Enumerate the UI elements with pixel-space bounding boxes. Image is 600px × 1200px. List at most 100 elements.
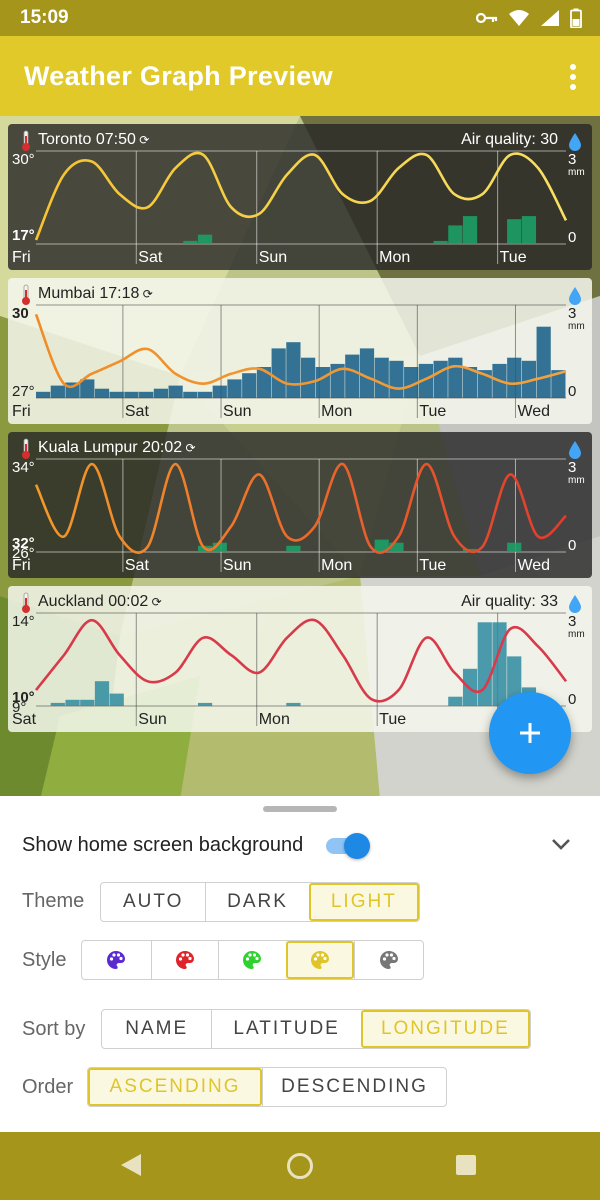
precip-bar (448, 357, 463, 398)
precip-min-label: 0 (568, 229, 576, 246)
style-option[interactable] (218, 941, 286, 979)
day-label: Sat (125, 403, 150, 420)
battery-icon (570, 8, 582, 28)
day-label: Sat (138, 249, 163, 266)
palette-yellow-icon (311, 951, 330, 969)
navigation-bar (0, 1132, 600, 1200)
temp-max-label: 30° (12, 151, 35, 168)
recents-icon[interactable] (455, 1154, 477, 1176)
precip-unit-label: mm (568, 475, 585, 486)
precip-bar (448, 225, 463, 244)
precip-bar (65, 699, 80, 706)
day-label: Fri (12, 249, 31, 266)
thermometer-icon (22, 438, 30, 459)
style-option[interactable] (82, 941, 151, 979)
city-name-text: Kuala Lumpur (38, 439, 138, 456)
background-toggle[interactable] (326, 833, 374, 859)
precip-bar (477, 622, 492, 706)
style-label: Style (22, 949, 67, 971)
city-name: Kuala Lumpur 20:02 ⟳ (38, 439, 196, 457)
precip-unit-label: mm (568, 167, 585, 178)
precip-bar (448, 696, 463, 706)
city-name-text: Mumbai (38, 285, 95, 302)
palette-gray-icon (380, 951, 399, 969)
precip-unit-label: mm (568, 629, 585, 640)
city-name: Mumbai 17:18 ⟳ (38, 285, 153, 303)
style-option[interactable] (354, 941, 423, 979)
day-label: Tue (500, 249, 527, 266)
style-option[interactable] (285, 941, 355, 979)
refresh-icon[interactable]: ⟳ (182, 441, 195, 455)
precip-bar (271, 348, 286, 398)
theme-label: Theme (22, 890, 85, 912)
thermometer-icon (22, 284, 30, 305)
temp-current-label: 17° (12, 227, 35, 244)
precip-max-label: 3 (568, 305, 576, 322)
precip-bar (50, 702, 65, 706)
weather-widget[interactable]: 30° 17° 3 mm 0 Fri Sat Sun Mon Tue Toronto 07:50 ⟳… (8, 124, 592, 270)
style-selector (81, 940, 424, 980)
back-icon[interactable] (119, 1152, 143, 1178)
update-time: 17:18 (99, 285, 140, 302)
home-icon[interactable] (286, 1152, 314, 1180)
refresh-icon[interactable]: ⟳ (139, 287, 153, 301)
update-time: 20:02 (142, 439, 183, 456)
theme-option-light[interactable]: LIGHT (308, 883, 419, 921)
precip-bar (183, 391, 198, 398)
precip-bar (433, 240, 448, 244)
precip-max-label: 3 (568, 459, 576, 476)
precip-bar (521, 216, 537, 244)
weather-widget[interactable]: 34° 32° 26° 3 mm 0 Fri Sat Sun Mon Tue Wed Kuala Lum… (8, 432, 592, 578)
background-toggle-label: Show home screen background (22, 834, 304, 856)
order-option-ascending[interactable]: ASCENDING (88, 1068, 263, 1106)
day-label: Sun (223, 403, 251, 420)
sort-option-latitude[interactable]: LATITUDE (211, 1010, 360, 1048)
precip-bar (109, 391, 124, 398)
theme-selector: AUTO DARK LIGHT (100, 882, 420, 922)
precip-bar (139, 391, 154, 398)
status-bar: 15:09 (0, 0, 600, 36)
plus-icon (520, 723, 540, 743)
precip-bar (359, 348, 375, 398)
add-location-button[interactable] (489, 692, 571, 774)
day-label: Mon (321, 403, 352, 420)
precip-min-label: 0 (568, 537, 576, 554)
precip-bar (507, 219, 522, 244)
precip-bar (212, 385, 227, 398)
sort-option-name[interactable]: NAME (102, 1010, 211, 1048)
city-name: Auckland 00:02 ⟳ (38, 593, 162, 611)
wifi-icon (509, 10, 529, 26)
day-label: Wed (517, 557, 550, 574)
precip-bar (80, 699, 95, 706)
day-label: Sun (223, 557, 251, 574)
refresh-icon[interactable]: ⟳ (136, 133, 149, 147)
day-label: Fri (12, 403, 31, 420)
refresh-icon[interactable]: ⟳ (148, 595, 162, 609)
chevron-down-icon[interactable] (549, 835, 573, 853)
precip-min-label: 0 (568, 383, 576, 400)
sheet-drag-handle[interactable] (263, 806, 337, 812)
theme-option-auto[interactable]: AUTO (101, 883, 205, 921)
precip-bar (36, 391, 51, 398)
precip-bar (507, 542, 522, 552)
precip-bar (286, 545, 301, 552)
day-label: Mon (321, 557, 352, 574)
theme-option-dark[interactable]: DARK (205, 883, 308, 921)
weather-widget[interactable]: 30 27° 3 mm 0 Fri Sat Sun Mon Tue Wed Mumbai 17:18 … (8, 278, 592, 424)
style-option[interactable] (150, 941, 219, 979)
sort-option-longitude[interactable]: LONGITUDE (360, 1010, 530, 1048)
app-title: Weather Graph Preview (24, 61, 333, 91)
sort-by-label: Sort by (22, 1018, 86, 1040)
sort-by-selector: NAME LATITUDE LONGITUDE (101, 1009, 531, 1049)
precip-bar (50, 385, 65, 398)
temperature-line (34, 462, 567, 554)
precip-bar (315, 367, 330, 398)
status-time: 15:09 (20, 7, 69, 28)
day-label: Sun (138, 711, 166, 728)
order-option-descending[interactable]: DESCENDING (262, 1068, 446, 1106)
update-time: 00:02 (108, 593, 149, 610)
precip-bar (286, 702, 301, 706)
precip-bar (389, 360, 404, 398)
more-vert-icon[interactable] (566, 62, 580, 92)
signal-icon (541, 10, 559, 26)
